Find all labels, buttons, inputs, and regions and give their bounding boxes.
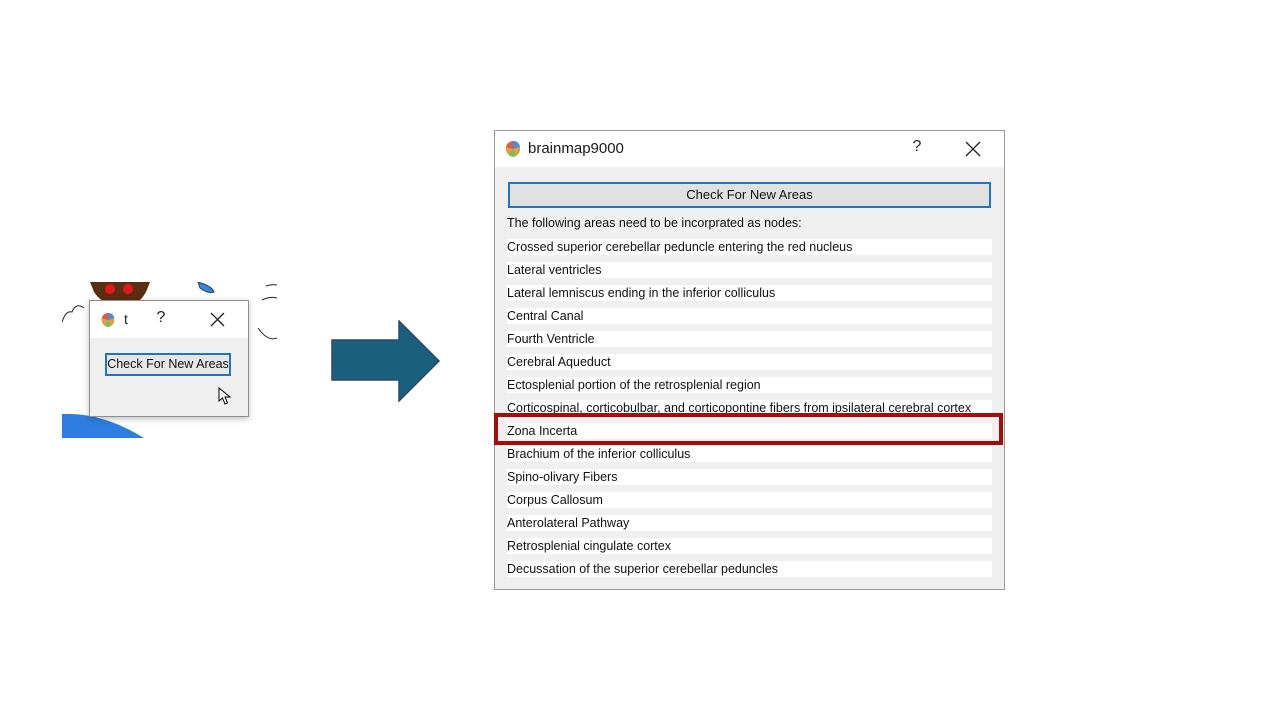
list-item[interactable]: Anterolateral Pathway [507, 515, 992, 531]
mini-dialog: t ? Check For New Areas [89, 300, 249, 417]
list-item[interactable]: Brachium of the inferior colliculus [507, 446, 992, 462]
list-item[interactable]: Spino-olivary Fibers [507, 469, 992, 485]
left-scene: t ? Check For New Areas [62, 282, 277, 438]
mini-titlebar: t ? [90, 301, 248, 338]
close-icon[interactable] [965, 141, 981, 157]
list-item[interactable]: Ectosplenial portion of the retrosplenia… [507, 377, 992, 393]
brain-app-icon [101, 312, 115, 327]
list-item[interactable]: Retrosplenial cingulate cortex [507, 538, 992, 554]
mini-check-new-areas-button[interactable]: Check For New Areas [105, 353, 231, 376]
highlight-box [494, 413, 1003, 445]
list-item[interactable]: Cerebral Aqueduct [507, 354, 992, 370]
mini-dialog-title: t [124, 311, 128, 327]
list-item[interactable]: Crossed superior cerebellar peduncle ent… [507, 239, 992, 255]
list-item[interactable]: Central Canal [507, 308, 992, 324]
brainmap-dialog: brainmap9000 ? Check For New Areas The f… [494, 130, 1005, 590]
dialog-title: brainmap9000 [528, 140, 624, 157]
list-item[interactable]: Lateral lemniscus ending in the inferior… [507, 285, 992, 301]
brain-app-icon [505, 141, 521, 157]
info-label: The following areas need to be incorprat… [507, 216, 802, 230]
list-item[interactable]: Corpus Callosum [507, 492, 992, 508]
list-item[interactable]: Decussation of the superior cerebellar p… [507, 561, 992, 577]
help-button[interactable]: ? [907, 138, 927, 156]
mini-help-button[interactable]: ? [154, 309, 168, 327]
check-new-areas-button[interactable]: Check For New Areas [508, 182, 991, 208]
mouse-cursor-icon [218, 387, 232, 405]
area-list: Crossed superior cerebellar peduncle ent… [507, 239, 992, 584]
list-item[interactable]: Fourth Ventricle [507, 331, 992, 347]
list-item[interactable]: Lateral ventricles [507, 262, 992, 278]
close-icon[interactable] [210, 312, 225, 327]
titlebar: brainmap9000 ? [495, 131, 1004, 167]
right-arrow-icon [331, 320, 441, 402]
